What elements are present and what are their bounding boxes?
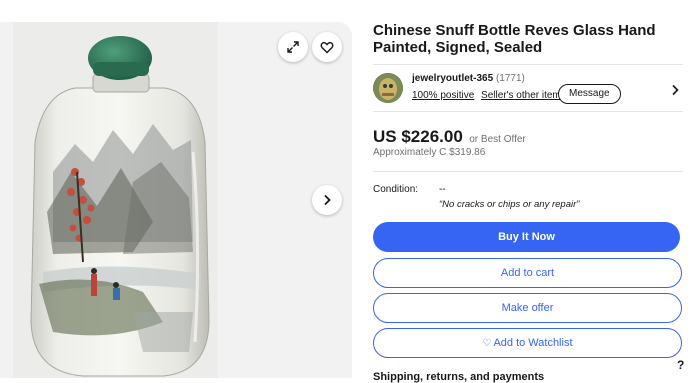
product-photo[interactable] <box>13 22 218 378</box>
add-to-watchlist-label: Add to Watchlist <box>493 337 573 349</box>
shipping-section-heading[interactable]: Shipping, returns, and payments <box>373 371 544 383</box>
positive-feedback-link[interactable]: 100% positive <box>412 90 474 101</box>
watch-heart-button[interactable] <box>312 32 342 62</box>
expand-button[interactable] <box>278 32 308 62</box>
help-icon[interactable]: ? <box>677 358 684 372</box>
expand-icon <box>286 40 300 54</box>
condition-value: -- <box>439 184 446 195</box>
condition-label: Condition: <box>373 184 419 195</box>
message-button[interactable]: Message <box>558 84 621 104</box>
condition-description: “No cracks or chips or any repair” <box>439 199 580 210</box>
listing-details: Chinese Snuff Bottle Reves Glass Hand Pa… <box>373 22 683 383</box>
divider <box>373 171 683 172</box>
make-offer-button[interactable]: Make offer <box>373 293 682 323</box>
price-block: US $226.00 or Best Offer <box>373 127 526 147</box>
price: US $226.00 <box>373 127 463 146</box>
image-gallery <box>0 22 352 378</box>
heart-icon: ♡ <box>482 338 492 349</box>
chevron-right-icon <box>322 194 332 206</box>
next-image-button[interactable] <box>312 185 342 215</box>
approx-price: Approximately C $319.86 <box>373 147 486 158</box>
listing-title: Chinese Snuff Bottle Reves Glass Hand Pa… <box>373 22 656 56</box>
best-offer-label: or Best Offer <box>469 134 526 145</box>
seller-avatar[interactable] <box>373 73 403 103</box>
add-to-cart-button[interactable]: Add to cart <box>373 258 682 288</box>
seller-card: jewelryoutlet-365 (1771) 100% positive S… <box>373 64 683 112</box>
add-to-watchlist-button[interactable]: ♡ Add to Watchlist <box>373 328 682 358</box>
seller-name[interactable]: jewelryoutlet-365 <box>412 73 493 84</box>
chevron-right-icon[interactable] <box>671 83 679 101</box>
buy-it-now-button[interactable]: Buy It Now <box>373 222 680 252</box>
feedback-count: (1771) <box>495 73 525 84</box>
seller-other-items-link[interactable]: Seller's other items <box>481 90 566 101</box>
heart-icon <box>320 41 334 54</box>
